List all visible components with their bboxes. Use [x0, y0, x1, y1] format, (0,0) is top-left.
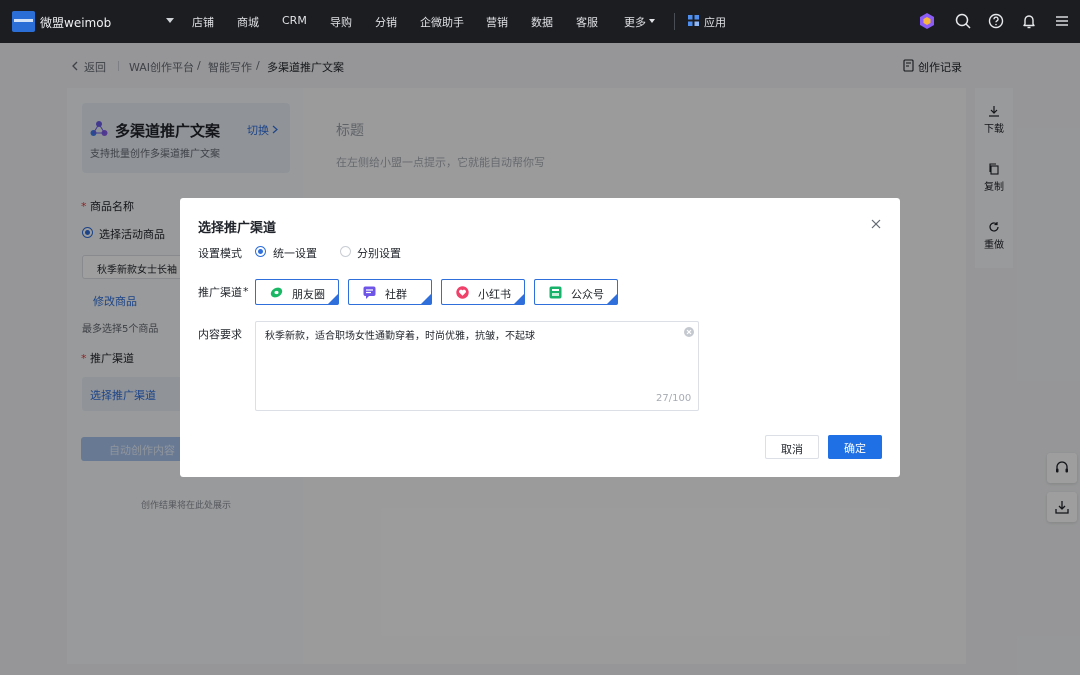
char-count: 27/100: [656, 393, 692, 404]
select-channel-modal: 选择推广渠道 设置模式 统一设置 分别设置 推广渠道 * 朋友圈 社群 小红书 …: [180, 198, 900, 477]
content-requirement-textarea[interactable]: 秋季新款，适合职场女性通勤穿着，时尚优雅，抗皱，不起球 27/100: [255, 321, 699, 411]
nav-item-crm[interactable]: CRM: [282, 14, 307, 27]
content-requirement-label: 内容要求: [198, 328, 242, 341]
selected-corner-mark: [421, 294, 431, 304]
nav-item-customer-service[interactable]: 客服: [576, 14, 598, 30]
clear-icon[interactable]: [684, 327, 694, 337]
channel-xiaohongshu[interactable]: 小红书: [441, 279, 525, 305]
channel-moments[interactable]: 朋友圈: [255, 279, 339, 305]
channel-official-account-label: 公众号: [571, 288, 604, 301]
nav-item-store[interactable]: 店铺: [192, 14, 214, 30]
content-requirement-value: 秋季新款，适合职场女性通勤穿着，时尚优雅，抗皱，不起球: [265, 331, 535, 342]
nav-item-marketing[interactable]: 营销: [486, 14, 508, 30]
ai-assistant-icon[interactable]: [918, 12, 936, 30]
channel-xiaohongshu-label: 小红书: [478, 288, 511, 301]
confirm-button[interactable]: 确定: [828, 435, 882, 459]
nav-item-wecom-assistant[interactable]: 企微助手: [420, 14, 464, 30]
shop-switch-caret-icon[interactable]: [166, 18, 174, 23]
radio-separate-mode[interactable]: [340, 246, 351, 257]
menu-icon[interactable]: [1053, 12, 1071, 30]
channel-moments-label: 朋友圈: [292, 288, 325, 301]
nav-item-more[interactable]: 更多: [624, 14, 646, 30]
moments-icon: [270, 287, 283, 298]
channel-community[interactable]: 社群: [348, 279, 432, 305]
channel-label: 推广渠道: [198, 286, 242, 299]
nav-item-guide[interactable]: 导购: [330, 14, 352, 30]
selected-corner-mark: [514, 294, 524, 304]
channel-official-account[interactable]: 公众号: [534, 279, 618, 305]
cancel-button[interactable]: 取消: [765, 435, 819, 459]
official-account-icon: [549, 286, 562, 299]
bell-icon[interactable]: [1020, 12, 1038, 30]
mode-label: 设置模式: [198, 247, 242, 260]
xiaohongshu-icon: [456, 286, 469, 299]
selected-corner-mark: [607, 294, 617, 304]
community-icon: [363, 286, 376, 299]
nav-item-data[interactable]: 数据: [531, 14, 553, 30]
search-icon[interactable]: [954, 12, 972, 30]
radio-label-unified: 统一设置: [273, 247, 317, 260]
modal-title: 选择推广渠道: [198, 221, 277, 236]
required-mark: *: [243, 285, 249, 298]
nav-item-distribution[interactable]: 分销: [375, 14, 397, 30]
weimob-logo[interactable]: [12, 11, 35, 32]
radio-label-separate: 分别设置: [357, 247, 401, 260]
channel-community-label: 社群: [385, 288, 407, 301]
nav-item-apps[interactable]: 应用: [704, 14, 726, 30]
help-icon[interactable]: [987, 12, 1005, 30]
chevron-down-icon: [649, 19, 655, 23]
nav-divider: [674, 13, 675, 30]
selected-corner-mark: [328, 294, 338, 304]
apps-grid-icon: [688, 15, 699, 26]
close-icon[interactable]: [870, 218, 882, 230]
top-nav: 微盟weimob 店铺 商城 CRM 导购 分销 企微助手 营销 数据 客服 更…: [0, 0, 1080, 43]
brand-name: 微盟weimob: [40, 16, 112, 30]
nav-item-mall[interactable]: 商城: [237, 14, 259, 30]
radio-unified-mode[interactable]: [255, 246, 266, 257]
